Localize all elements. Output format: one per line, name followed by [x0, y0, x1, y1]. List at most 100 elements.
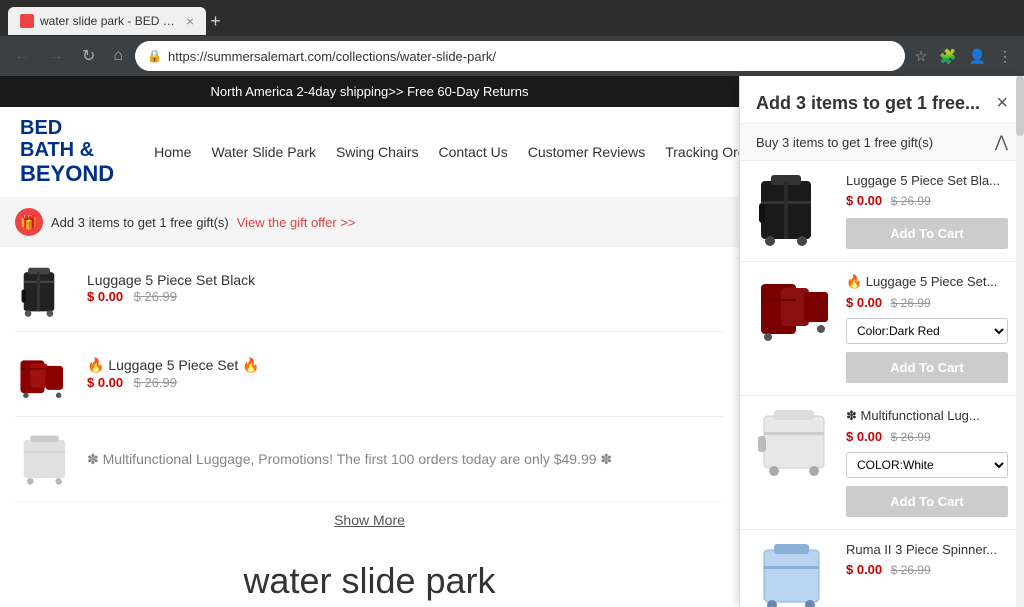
- url-text: https://summersalemart.com/collections/w…: [168, 49, 496, 64]
- cart-header: Add 3 items to get 1 free... ×: [740, 76, 1024, 124]
- nav-contact-us[interactable]: Contact Us: [438, 144, 507, 160]
- product-name: ✽ Multifunctional Luggage, Promotions! T…: [87, 451, 724, 468]
- site-header: BED BATH & BEYOND Home Water Slide Park …: [0, 107, 739, 198]
- browser-chrome: water slide park - BED BATH &... × + ← →…: [0, 0, 1024, 76]
- cart-item-details: Ruma II 3 Piece Spinner... $ 0.00 $ 26.9…: [846, 542, 1008, 579]
- product-name: 🔥 Luggage 5 Piece Set 🔥: [87, 357, 724, 374]
- cart-item-name: 🔥 Luggage 5 Piece Set...: [846, 274, 1008, 290]
- nav-home[interactable]: Home: [154, 144, 191, 160]
- cart-close-button[interactable]: ×: [996, 92, 1008, 115]
- menu-button[interactable]: ⋮: [994, 44, 1016, 69]
- scrollbar-thumb[interactable]: [1016, 76, 1024, 136]
- product-item: Luggage 5 Piece Set Black $ 0.00 $ 26.99: [15, 247, 724, 332]
- cart-item: Ruma II 3 Piece Spinner... $ 0.00 $ 26.9…: [740, 530, 1024, 607]
- gift-text: Add 3 items to get 1 free gift(s): [51, 215, 229, 230]
- show-more-link[interactable]: Show More: [334, 512, 405, 528]
- cart-item: ✽ Multifunctional Lug... $ 0.00 $ 26.99 …: [740, 396, 1024, 530]
- cart-item-row: 🔥 Luggage 5 Piece Set... $ 0.00 $ 26.99 …: [756, 274, 1008, 383]
- color-select[interactable]: Color:Dark Red Color:Black Color:Blue: [846, 318, 1008, 344]
- cart-item-price-old: $ 26.99: [891, 194, 931, 208]
- product-price-new: $ 0.00: [87, 375, 123, 390]
- extensions-button[interactable]: 🧩: [935, 44, 960, 69]
- product-info: Luggage 5 Piece Set Black $ 0.00 $ 26.99: [87, 272, 724, 306]
- tab-bar: water slide park - BED BATH &... × +: [0, 0, 1024, 36]
- add-to-cart-button[interactable]: Add To Cart: [846, 486, 1008, 517]
- tab-favicon: [20, 14, 34, 28]
- tab-close-button[interactable]: ×: [186, 13, 194, 29]
- add-to-cart-button[interactable]: Add To Cart: [846, 218, 1008, 249]
- profile-button[interactable]: 👤: [965, 44, 990, 69]
- announcement-text: North America 2-4day shipping>> Free 60-…: [211, 84, 529, 99]
- cart-promo-text: Buy 3 items to get 1 free gift(s): [756, 135, 933, 150]
- scrollbar-track[interactable]: [1016, 76, 1024, 607]
- cart-item-details: 🔥 Luggage 5 Piece Set... $ 0.00 $ 26.99 …: [846, 274, 1008, 383]
- color-select[interactable]: COLOR:White COLOR:Black COLOR:Blue: [846, 452, 1008, 478]
- product-info: ✽ Multifunctional Luggage, Promotions! T…: [87, 451, 724, 468]
- product-price-new: $ 0.00: [87, 289, 123, 304]
- product-thumbnail: [15, 429, 75, 489]
- nav-actions: ☆ 🧩 👤 ⋮: [911, 44, 1016, 69]
- gift-link[interactable]: View the gift offer >>: [237, 215, 356, 230]
- show-more-section: Show More: [0, 502, 739, 540]
- cart-item-name: ✽ Multifunctional Lug...: [846, 408, 1008, 424]
- cart-item-image: [756, 173, 836, 248]
- product-info: 🔥 Luggage 5 Piece Set 🔥 $ 0.00 $ 26.99: [87, 357, 724, 392]
- bookmark-button[interactable]: ☆: [911, 44, 932, 69]
- cart-item-price-new: $ 0.00: [846, 562, 882, 577]
- cart-item: 🔥 Luggage 5 Piece Set... $ 0.00 $ 26.99 …: [740, 262, 1024, 396]
- cart-item-price-new: $ 0.00: [846, 429, 882, 444]
- page-wrapper: North America 2-4day shipping>> Free 60-…: [0, 76, 1024, 607]
- product-thumbnail: [15, 344, 75, 404]
- lock-icon: 🔒: [147, 49, 162, 63]
- product-thumbnail: [15, 259, 75, 319]
- cart-item-image: [756, 542, 836, 607]
- nav-customer-reviews[interactable]: Customer Reviews: [528, 144, 645, 160]
- forward-button[interactable]: →: [42, 43, 70, 69]
- cart-item-row: ✽ Multifunctional Lug... $ 0.00 $ 26.99 …: [756, 408, 1008, 517]
- product-price-old: $ 26.99: [134, 375, 177, 390]
- site-logo[interactable]: BED BATH & BEYOND: [20, 117, 114, 187]
- product-list: Luggage 5 Piece Set Black $ 0.00 $ 26.99: [0, 247, 739, 502]
- cart-item-row: Luggage 5 Piece Set Bla... $ 0.00 $ 26.9…: [756, 173, 1008, 249]
- back-button[interactable]: ←: [8, 43, 36, 69]
- active-tab[interactable]: water slide park - BED BATH &... ×: [8, 7, 206, 35]
- gift-offer-bar: 🎁 Add 3 items to get 1 free gift(s) View…: [0, 198, 739, 247]
- cart-item-image: [756, 274, 836, 349]
- product-item-muted: ✽ Multifunctional Luggage, Promotions! T…: [15, 417, 724, 502]
- cart-item-price-old: $ 26.99: [891, 296, 931, 310]
- cart-item-name: Luggage 5 Piece Set Bla...: [846, 173, 1008, 188]
- cart-item-row: Ruma II 3 Piece Spinner... $ 0.00 $ 26.9…: [756, 542, 1008, 607]
- cart-item: Luggage 5 Piece Set Bla... $ 0.00 $ 26.9…: [740, 161, 1024, 262]
- cart-overlay-panel: Add 3 items to get 1 free... × Buy 3 ite…: [739, 76, 1024, 607]
- cart-item-price-new: $ 0.00: [846, 193, 882, 208]
- cart-item-price-old: $ 26.99: [891, 563, 931, 577]
- add-to-cart-button[interactable]: Add To Cart: [846, 352, 1008, 383]
- tab-title: water slide park - BED BATH &...: [40, 14, 180, 28]
- nav-water-slide-park[interactable]: Water Slide Park: [211, 144, 316, 160]
- cart-title: Add 3 items to get 1 free...: [756, 93, 980, 114]
- page-heading: water slide park: [0, 540, 739, 607]
- logo-line1: BED BATH &: [20, 117, 114, 161]
- chevron-up-icon: ⋀: [995, 132, 1008, 152]
- product-name: Luggage 5 Piece Set Black: [87, 272, 724, 288]
- site-navigation: Home Water Slide Park Swing Chairs Conta…: [154, 144, 739, 160]
- nav-tracking-order[interactable]: Tracking Order: [665, 144, 739, 160]
- cart-promo-row[interactable]: Buy 3 items to get 1 free gift(s) ⋀: [740, 124, 1024, 161]
- home-button[interactable]: ⌂: [107, 43, 129, 69]
- logo-line2: BEYOND: [20, 161, 114, 187]
- cart-item-details: ✽ Multifunctional Lug... $ 0.00 $ 26.99 …: [846, 408, 1008, 517]
- address-bar[interactable]: 🔒 https://summersalemart.com/collections…: [135, 41, 904, 71]
- cart-item-image: [756, 408, 836, 483]
- announcement-bar: North America 2-4day shipping>> Free 60-…: [0, 76, 739, 107]
- cart-item-price-new: $ 0.00: [846, 295, 882, 310]
- cart-item-price-old: $ 26.99: [891, 430, 931, 444]
- nav-swing-chairs[interactable]: Swing Chairs: [336, 144, 418, 160]
- cart-item-details: Luggage 5 Piece Set Bla... $ 0.00 $ 26.9…: [846, 173, 1008, 249]
- gift-icon: 🎁: [15, 208, 43, 236]
- cart-item-name: Ruma II 3 Piece Spinner...: [846, 542, 1008, 557]
- product-price-old: $ 26.99: [134, 289, 177, 304]
- new-tab-button[interactable]: +: [210, 11, 221, 32]
- navigation-bar: ← → ↻ ⌂ 🔒 https://summersalemart.com/col…: [0, 36, 1024, 76]
- product-item: 🔥 Luggage 5 Piece Set 🔥 $ 0.00 $ 26.99: [15, 332, 724, 417]
- refresh-button[interactable]: ↻: [76, 42, 101, 70]
